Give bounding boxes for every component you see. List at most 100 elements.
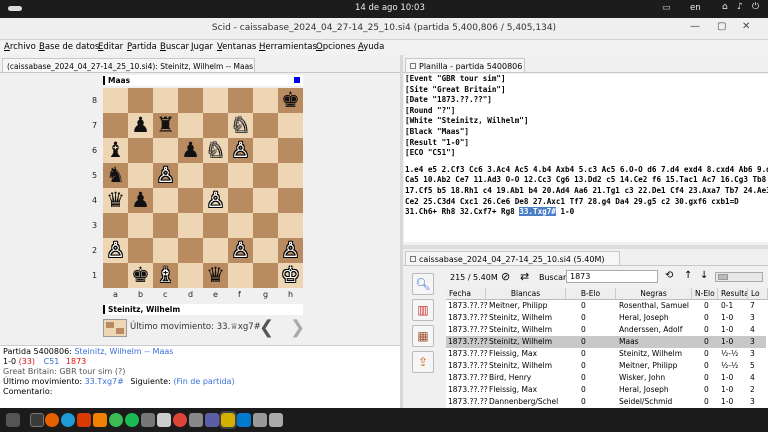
table-row[interactable]: 1873.??.?? Dannenberg/Schel 0 Seidel/Schmid… [446,396,766,408]
square-b6[interactable] [128,138,153,163]
maximize-icon[interactable]: ▢ [717,21,726,32]
apps-grid-icon[interactable] [6,413,20,427]
chrome-icon[interactable] [109,413,123,427]
col-negras[interactable]: Negras [616,288,692,300]
square-d6[interactable]: ♟ [178,138,203,163]
spotify-icon[interactable] [125,413,139,427]
col-n-elo[interactable]: N-Elo [692,288,718,300]
tiles-icon[interactable] [253,413,267,427]
info-next-link[interactable]: (Fin de partida) [173,377,234,386]
editor-icon[interactable] [237,413,251,427]
square-h2[interactable]: ♙ [278,238,303,263]
square-c2[interactable] [153,238,178,263]
square-f7[interactable]: ♘ [228,113,253,138]
network-icon[interactable]: ⌂ [722,2,728,12]
settings-icon[interactable] [189,413,203,427]
square-f1[interactable] [228,263,253,288]
square-e3[interactable] [203,213,228,238]
piece-f2[interactable]: ♙ [231,240,250,261]
table-row[interactable]: 1873.??.?? Fleissig, Max 0 Steinitz, Wilhel… [446,348,766,360]
menu-herramientas[interactable]: Herramientas [259,42,317,52]
chevron-right-icon[interactable]: ❯ [290,317,305,338]
square-g6[interactable] [253,138,278,163]
menu-opciones[interactable]: Opciones [316,42,355,52]
piece-h2[interactable]: ♙ [281,240,300,261]
square-h6[interactable] [278,138,303,163]
pgn-moves-line[interactable]: Ce2 25.C3d4 Cxc1 26.Ce6 De8 27.Axc1 Tf7 … [405,197,767,208]
refresh-icon[interactable]: ⟲ [665,270,673,281]
pgn-text[interactable]: [Event "GBR tour sim"] [Site "Great Brita… [404,74,768,242]
down-arrow-icon[interactable]: ↓ [700,270,708,281]
square-h7[interactable] [278,113,303,138]
square-a1[interactable] [103,263,128,288]
square-a3[interactable] [103,213,128,238]
chat-icon[interactable] [205,413,219,427]
info-last-move-link[interactable]: 33.Txg7# [85,377,124,386]
table-row[interactable]: 1873.??.?? Fleissig, Max 0 Heral, Joseph 0 1-… [446,384,766,396]
square-e1[interactable]: ♛ [203,263,228,288]
terminal-icon[interactable] [30,413,44,427]
piece-f6[interactable]: ♙ [231,140,250,161]
square-e4[interactable]: ♙ [203,188,228,213]
square-g2[interactable] [253,238,278,263]
square-h3[interactable] [278,213,303,238]
chevron-left-icon[interactable]: ❮ [259,317,274,338]
square-a5[interactable]: ♞ [103,163,128,188]
square-d1[interactable] [178,263,203,288]
square-c6[interactable] [153,138,178,163]
square-a7[interactable] [103,113,128,138]
piece-e1[interactable]: ♛ [206,265,225,286]
menu-partida[interactable]: Partida [127,42,157,52]
square-g1[interactable] [253,263,278,288]
square-f4[interactable] [228,188,253,213]
piece-a5[interactable]: ♞ [106,165,125,186]
square-f8[interactable] [228,88,253,113]
pgn-moves-line[interactable]: 17.Cf5 b5 18.Rh1 c4 19.Ab1 b4 20.Ad4 Aa6… [405,186,768,197]
square-b5[interactable] [128,163,153,188]
square-a6[interactable]: ♝ [103,138,128,163]
square-e8[interactable] [203,88,228,113]
list-position-slider[interactable] [715,272,763,282]
pgn-moves-line[interactable]: 1.e4 e5 2.Cf3 Cc6 3.Ac4 Ac5 4.b4 Axb4 5.… [405,165,768,176]
board-icon[interactable]: ▦ [412,325,434,347]
square-a2[interactable]: ♙ [103,238,128,263]
activities-indicator[interactable] [8,6,22,11]
chrome-alt-icon[interactable] [173,413,187,427]
square-b2[interactable] [128,238,153,263]
col-b-elo[interactable]: B-Elo [566,288,616,300]
table-row[interactable]: 1873.??.?? Steinitz, Wilhelm 0 Maas 0 1-0 3 [446,336,766,348]
square-b4[interactable]: ♟ [128,188,153,213]
display-icon[interactable]: ▭ [662,3,671,13]
piece-a4[interactable]: ♛ [106,190,125,211]
piece-a2[interactable]: ♙ [106,240,125,261]
files-icon[interactable] [141,413,155,427]
office-icon[interactable] [77,413,91,427]
tab-pgn[interactable]: Planilla - partida 5400806 [405,58,525,73]
piece-c5[interactable]: ♙ [156,165,175,186]
table-row[interactable]: 1873.??.?? Steinitz, Wilhelm 0 Meitner, Phi… [446,360,766,372]
search-input[interactable] [566,270,658,283]
search-icon[interactable]: 🔍︎ [412,273,434,295]
piece-h8[interactable]: ♚ [281,90,300,111]
scid-icon[interactable] [219,411,237,429]
square-e6[interactable]: ♘ [203,138,228,163]
edge-icon[interactable] [61,413,75,427]
menu-base-de-datos[interactable]: Base de datos [39,42,99,52]
minimize-icon[interactable]: — [690,21,700,32]
square-g3[interactable] [253,213,278,238]
table-row[interactable]: 1873.??.?? Bird, Henry 0 Wisker, John 0 1-0 4 [446,372,766,384]
piece-e4[interactable]: ♙ [206,190,225,211]
square-d3[interactable] [178,213,203,238]
col-fecha[interactable]: Fecha [446,288,486,300]
piece-c7[interactable]: ♜ [156,115,175,136]
sort-icon[interactable]: ⇄ [520,270,529,283]
square-c7[interactable]: ♜ [153,113,178,138]
square-e2[interactable] [203,238,228,263]
menu-jugar[interactable]: Jugar [191,42,213,52]
col-resultado[interactable]: Resulta [718,288,748,300]
piece-d6[interactable]: ♟ [181,140,200,161]
square-c5[interactable]: ♙ [153,163,178,188]
square-b3[interactable] [128,213,153,238]
filter-icon[interactable]: ⊘ [501,270,510,283]
square-f5[interactable] [228,163,253,188]
